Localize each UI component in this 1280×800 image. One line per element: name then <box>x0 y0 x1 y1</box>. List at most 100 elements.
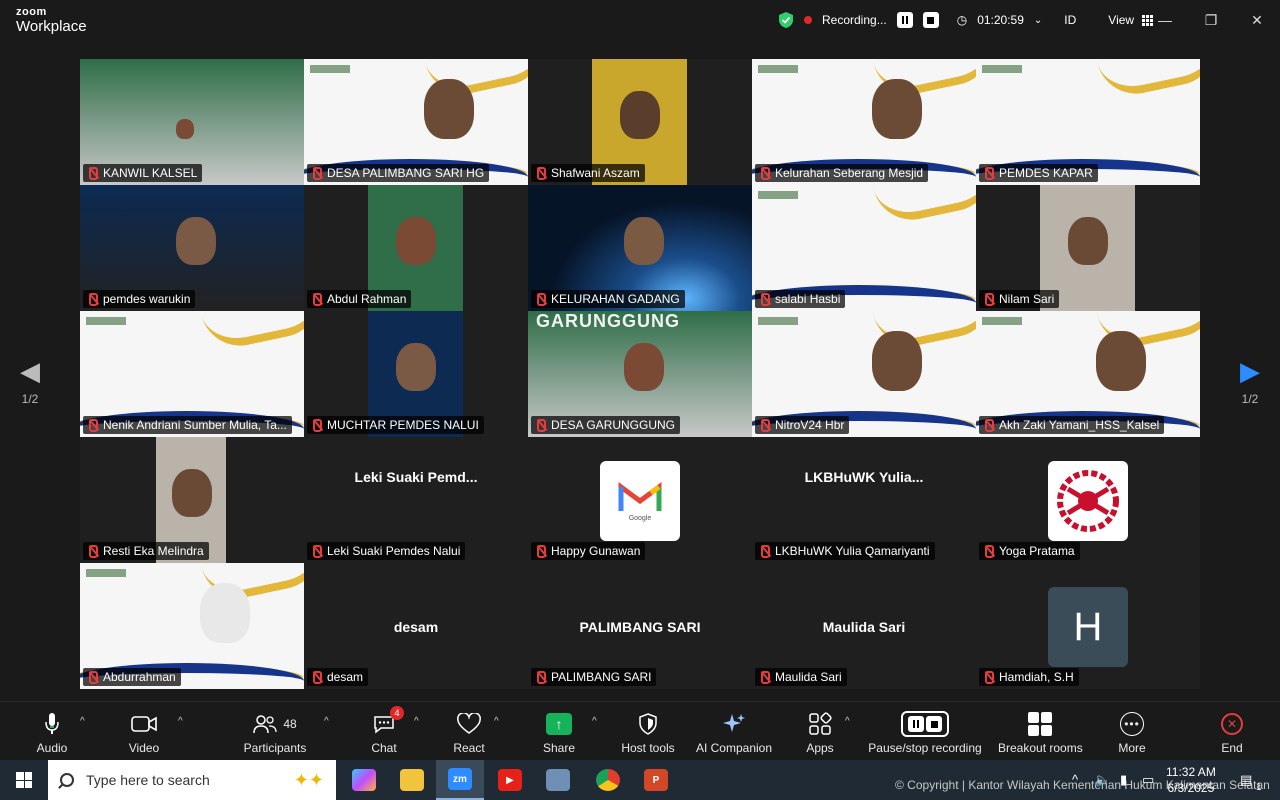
participant-tile[interactable]: NitroV24 Hbr <box>752 311 976 437</box>
participant-display-name: Leki Suaki Pemd... <box>354 469 478 485</box>
participant-tile[interactable]: GARUNGGUNG DESA GARUNGGUNG <box>528 311 752 437</box>
sparkle-icon <box>723 714 745 732</box>
page-indicator-right: 1/2 <box>1241 392 1259 406</box>
start-button[interactable] <box>0 760 48 800</box>
tray-chevron-icon[interactable]: ^ <box>1072 772 1078 787</box>
ai-companion-button[interactable]: AI Companion <box>694 710 774 755</box>
minimize-icon[interactable]: — <box>1142 0 1188 40</box>
taskbar-youtube[interactable]: ▶ <box>486 760 534 800</box>
taskbar-file-explorer[interactable] <box>388 760 436 800</box>
participant-tile[interactable]: Nilam Sari <box>976 185 1200 311</box>
taskbar-powerpoint[interactable]: P <box>632 760 680 800</box>
meeting-toolbar: Audio ^ Video ^ 48 Participants ^ 4 Chat… <box>0 701 1280 760</box>
end-meeting-button[interactable]: ✕ End <box>1210 710 1254 755</box>
mic-tray-icon[interactable]: ▮ <box>1120 772 1127 788</box>
participant-tile[interactable]: Abdul Rahman <box>304 185 528 311</box>
search-highlight-icon: ✦✦ <box>293 770 324 790</box>
participant-name-label: Hamdiah, S.H <box>979 668 1079 686</box>
pause-recording-icon <box>901 711 949 737</box>
chat-options-chevron-icon[interactable]: ^ <box>414 716 419 727</box>
audio-options-chevron-icon[interactable]: ^ <box>80 716 85 727</box>
participant-tile[interactable]: Abdurrahman <box>80 563 304 689</box>
participant-tile[interactable]: desam desam <box>304 563 528 689</box>
initial-avatar: H <box>1048 587 1128 667</box>
taskbar-clock[interactable]: 11:32 AM 6/3/2025 <box>1166 764 1216 796</box>
participant-tile[interactable]: DESA PALIMBANG SARI HG <box>304 59 528 185</box>
react-options-chevron-icon[interactable]: ^ <box>494 716 499 727</box>
participant-name-label: Nenik Andriani Sumber Mulia, Ta... <box>83 416 292 434</box>
participant-name-label: Akh Zaki Yamani_HSS_Kalsel <box>979 416 1165 434</box>
participants-options-chevron-icon[interactable]: ^ <box>324 716 329 727</box>
breakout-rooms-button[interactable]: Breakout rooms <box>998 710 1083 755</box>
speaker-icon[interactable]: 🔈 <box>1094 772 1110 788</box>
page-indicator-left: 1/2 <box>21 392 39 406</box>
participant-tile[interactable]: Nenik Andriani Sumber Mulia, Ta... <box>80 311 304 437</box>
participant-tile[interactable]: KELURAHAN GADANG <box>528 185 752 311</box>
taskbar-app-window[interactable] <box>534 760 582 800</box>
participant-tile[interactable]: Maulida Sari Maulida Sari <box>752 563 976 689</box>
participant-tile[interactable]: H Hamdiah, S.H <box>976 563 1200 689</box>
notification-icon[interactable]: ▤ <box>1240 772 1252 788</box>
participant-tile[interactable]: PEMDES KAPAR <box>976 59 1200 185</box>
pause-stop-recording-button[interactable]: Pause/stop recording <box>866 710 984 755</box>
apps-options-chevron-icon[interactable]: ^ <box>845 716 850 727</box>
participant-tile[interactable]: LKBHuWK Yulia... LKBHuWK Yulia Qamariyant… <box>752 437 976 563</box>
brand-bottom: Workplace <box>16 18 87 35</box>
participant-tile[interactable]: MUCHTAR PEMDES NALUI <box>304 311 528 437</box>
participant-name-label: Kelurahan Seberang Mesjid <box>755 164 929 182</box>
chat-button[interactable]: 4 Chat <box>362 706 406 755</box>
taskbar-zoom[interactable]: zm <box>436 760 484 800</box>
participant-name-label: Yoga Pratama <box>979 542 1080 560</box>
share-button[interactable]: ↑ Share <box>537 710 581 755</box>
taskbar-search-box[interactable]: Type here to search ✦✦ <box>48 760 336 800</box>
timer-chevron-icon[interactable]: ⌄ <box>1034 15 1042 26</box>
taskbar-copilot[interactable] <box>340 760 388 800</box>
more-button[interactable]: ••• More <box>1110 710 1154 755</box>
next-page-button[interactable]: ▶ 1/2 <box>1220 356 1280 406</box>
network-icon[interactable]: ▭ <box>1142 772 1154 788</box>
meeting-id-button[interactable]: ID <box>1064 13 1076 27</box>
participant-tile[interactable]: salabi Hasbi <box>752 185 976 311</box>
search-icon <box>60 773 74 787</box>
heart-icon <box>457 713 481 734</box>
end-x-icon: ✕ <box>1221 713 1243 735</box>
clock-time: 11:32 AM <box>1166 765 1216 779</box>
apps-icon <box>809 712 832 735</box>
participant-name-label: Leki Suaki Pemdes Nalui <box>307 542 466 560</box>
video-button[interactable]: Video <box>122 710 166 755</box>
participant-tile[interactable]: KANWIL KALSEL <box>80 59 304 185</box>
participant-name-label: Happy Gunawan <box>531 542 646 560</box>
participant-face <box>396 217 436 265</box>
share-options-chevron-icon[interactable]: ^ <box>592 716 597 727</box>
participant-tile[interactable]: Leki Suaki Pemd... Leki Suaki Pemdes Nalu… <box>304 437 528 563</box>
previous-page-button[interactable]: ◀ 1/2 <box>0 356 60 406</box>
clock-icon: ◷ <box>956 13 968 27</box>
react-button[interactable]: React <box>447 710 491 755</box>
participant-tile[interactable]: Yoga Pratama <box>976 437 1200 563</box>
participant-name-label: PEMDES KAPAR <box>979 164 1098 182</box>
participant-face <box>624 217 664 265</box>
participant-name-label: pemdes warukin <box>83 290 196 308</box>
participant-tile[interactable]: Google Happy Gunawan <box>528 437 752 563</box>
participant-name-label: MUCHTAR PEMDES NALUI <box>307 416 484 434</box>
participant-tile[interactable]: Shafwani Aszam <box>528 59 752 185</box>
pause-recording-button[interactable] <box>896 12 913 28</box>
host-tools-button[interactable]: Host tools <box>618 710 678 755</box>
encryption-shield-icon[interactable] <box>778 11 794 29</box>
restore-icon[interactable]: ❐ <box>1188 0 1234 40</box>
participant-name-label: KANWIL KALSEL <box>83 164 203 182</box>
participant-tile[interactable]: Resti Eka Melindra <box>80 437 304 563</box>
participant-tile[interactable]: PALIMBANG SARI PALIMBANG SARI <box>528 563 752 689</box>
video-options-chevron-icon[interactable]: ^ <box>178 716 183 727</box>
taskbar-chrome[interactable] <box>584 760 632 800</box>
windows-logo-icon <box>16 772 32 788</box>
participants-button[interactable]: 48 Participants <box>240 710 310 755</box>
stop-recording-button[interactable] <box>922 12 939 28</box>
apps-button[interactable]: Apps <box>798 710 842 755</box>
audio-button[interactable]: Audio <box>30 710 74 755</box>
participant-tile[interactable]: Kelurahan Seberang Mesjid <box>752 59 976 185</box>
participant-tile[interactable]: Akh Zaki Yamani_HSS_Kalsel <box>976 311 1200 437</box>
participant-name-label: DESA GARUNGGUNG <box>531 416 681 434</box>
participant-tile[interactable]: pemdes warukin <box>80 185 304 311</box>
close-icon[interactable]: ✕ <box>1234 0 1280 40</box>
